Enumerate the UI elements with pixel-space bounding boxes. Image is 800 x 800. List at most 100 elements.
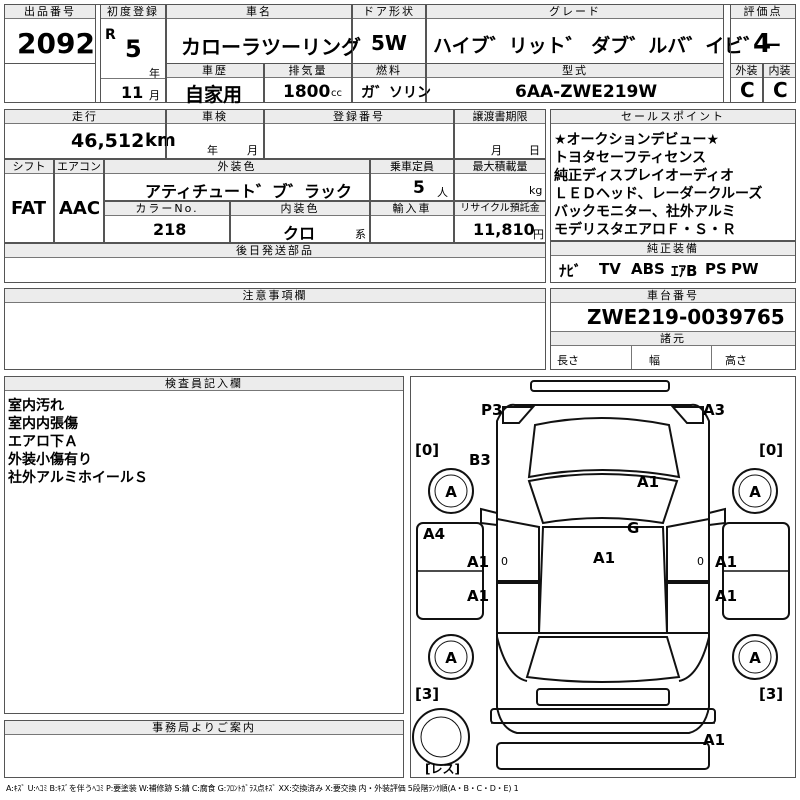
sales-point: バックモニター、社外アルミ [554,204,736,220]
inspector-remark: 社外アルミホイールＳ [8,470,148,486]
chassis-label: 車台番号 [551,289,795,303]
bracket-value: 3 [766,685,776,703]
exterior-grade-label: 外装 [731,64,762,78]
inspector-remark: 室内内張傷 [8,416,78,432]
lot-number: 2092 [17,27,95,60]
sales-point: モデリスタエアロＦ・Ｓ・Ｒ [554,222,736,238]
max-load-unit: kg [529,184,543,197]
sales-points-label: セールスポイント [551,110,795,124]
interior-color-label: 内装色 [231,202,369,216]
score-label: 評価点 [731,5,795,19]
legend: A:ｷｽﾞ U:ﾍｺﾐ B:ｷｽﾞを伴うﾍｺﾐ P:要塗装 W:補修跡 S:錆 … [6,784,519,793]
recycle-deposit: 11,810 [473,220,535,239]
lot-number-blank [4,63,96,103]
car-name-cell: 車名 カローラツーリング [166,4,361,64]
inspection-month-unit: 月 [247,144,258,157]
bracket-rear-right: [3] [759,685,783,703]
sales-point: トヨタセーフティセンス [554,150,707,166]
exterior-color: アティチュート゛ブ゛ラック [145,182,353,201]
inspection-year-unit: 年 [207,144,218,157]
exterior-color-cell: 外装色 アティチュート゛ブ゛ラック [104,159,370,201]
car-outline: [0] [0] [3] [3] P3 A3 B3 A1 G A4 A1 A1 A… [412,380,790,776]
transfer-day-unit: 日 [529,144,540,157]
model-label: 型式 [427,64,723,78]
damage-mark-right-front-door: A1 [715,553,737,571]
damage-mark-right-rear-door: A1 [715,587,737,605]
length-label: 長さ [557,354,579,367]
exterior-grade-cell: 外装 C [730,63,763,103]
registration-number-label: 登録番号 [265,110,453,124]
score: 4 [753,29,772,59]
office-notice-cell: 事務局よりご案内 [4,720,404,778]
bracket-rear-left: [3] [415,685,439,703]
inspector-remark: 外装小傷有り [8,452,92,468]
dimensions-label: 諸元 [551,331,795,346]
equipment-label: 純正装備 [551,242,795,256]
grade-cell: グレード ハイブ゛リット゛ ダブ゛ルバ゛イビ゛ー [426,4,781,64]
shift-cell: シフト FAT [4,159,54,243]
mileage: 46,512 [71,130,145,152]
recycle-unit: 円 [533,228,544,241]
transfer-deadline-cell: 譲渡書期限 月 日 [454,109,546,159]
color-number: 218 [153,220,187,239]
bracket-front-left: [0] [415,441,439,459]
office-notice-label: 事務局よりご案内 [5,721,403,735]
ac-label: エアコン [55,160,103,174]
damage-mark-left-rear-door: A1 [467,587,489,605]
equipment-item: ﾅﾋﾞ [559,262,582,280]
interior-grade: C [773,78,788,102]
transfer-month-unit: 月 [491,144,502,157]
fuel-label: 燃料 [353,64,425,78]
chassis-cell: 車台番号 ZWE219-0039765 諸元 長さ 幅 高さ [550,288,796,370]
inspection-label: 車検 [167,110,263,124]
registration-month: 11 [121,83,144,102]
recycle-cell: リサイクル預託金 11,810 円 [454,201,546,243]
inspector-label: 検査員記入欄 [5,377,403,391]
damage-mark-front-bumper-left: P3 [481,401,502,419]
era: R [105,27,116,43]
registration-number-cell: 登録番号 [264,109,454,159]
door-type: 5W [371,31,407,55]
damage-mark-left-front-door: A1 [467,553,489,571]
interior-color-unit: 系 [355,228,366,241]
first-registration-cell: 初度登録 R 5 年 11 月 [100,4,166,103]
interior-grade-label: 内装 [764,64,795,78]
wheel-front-right: A [749,483,761,501]
inspection-cell: 車検 年 月 [166,109,264,159]
damage-mark-right-zero: 0 [697,555,704,568]
spare-tire-label: [レス] [425,762,460,776]
spare-tire-value: レス [430,762,454,776]
max-load-cell: 最大積載量 kg [454,159,546,201]
equipment-item: ABS [631,260,665,278]
damage-mark-left-side: A4 [423,525,445,543]
capacity-cell: 乗車定員 5 人 [370,159,454,201]
equipment-item: ｴｱB [671,262,698,280]
ac-cell: エアコン AAC [54,159,104,243]
equipment-item: PW [731,260,759,278]
inspector-remark: 室内汚れ [8,398,64,414]
sales-point: ★オークションデビュー★ [554,132,720,148]
first-registration-label: 初度登録 [101,5,165,19]
color-number-cell: カラーNo. 218 [104,201,230,243]
bracket-value: 0 [766,441,776,459]
air-conditioner: AAC [59,198,101,219]
height-label: 高さ [725,354,747,367]
damage-mark-hood: A1 [637,473,659,491]
model-cell: 型式 6AA-ZWE219W [426,63,724,103]
equipment-item: PS [705,260,727,278]
door-cell: ドア形状 5W [352,4,426,64]
bracket-front-right: [0] [759,441,783,459]
month-unit: 月 [149,89,160,102]
sales-point: ＬＥＤヘッド、レーダークルーズ [554,186,763,202]
max-load-label: 最大積載量 [455,160,545,174]
wheel-front-left: A [445,483,457,501]
color-number-label: カラーNo. [105,202,229,216]
exterior-color-label: 外装色 [105,160,369,174]
fuel-cell: 燃料 ガ゛ソリン [352,63,431,103]
sales-point: 純正ディスプレイオーディオ [554,168,735,184]
displacement-label: 排気量 [265,64,351,78]
model-code: 6AA-ZWE219W [515,82,658,102]
capacity: 5 [413,178,425,198]
score-cell: 評価点 4 [730,4,796,64]
equipment-cell: 純正装備 ﾅﾋﾞ TV ABS ｴｱB PS PW [550,241,796,283]
